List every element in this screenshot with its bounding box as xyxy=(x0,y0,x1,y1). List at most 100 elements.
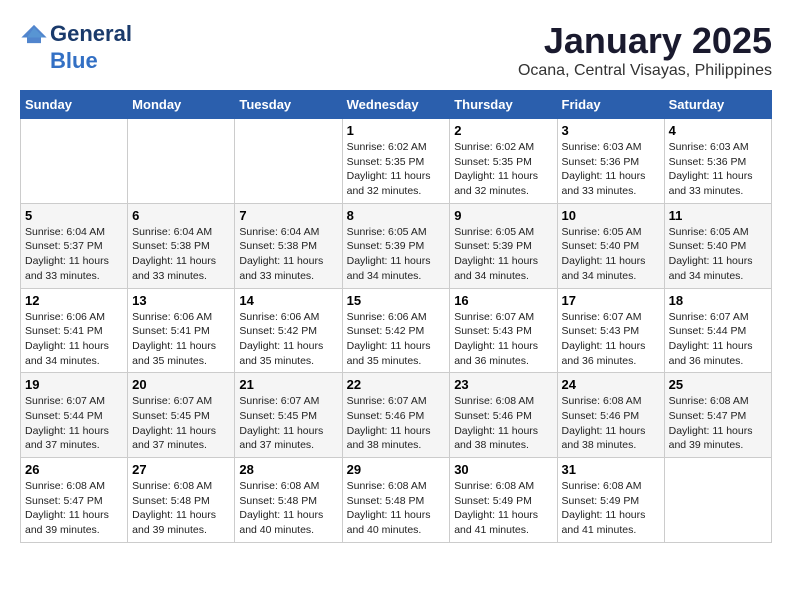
day-info: Sunrise: 6:08 AMSunset: 5:46 PMDaylight:… xyxy=(454,394,552,453)
day-info: Sunrise: 6:04 AMSunset: 5:37 PMDaylight:… xyxy=(25,225,123,284)
weekday-header-saturday: Saturday xyxy=(664,91,771,119)
day-number: 9 xyxy=(454,208,552,223)
calendar-cell: 13 Sunrise: 6:06 AMSunset: 5:41 PMDayligh… xyxy=(128,288,235,373)
day-info: Sunrise: 6:06 AMSunset: 5:41 PMDaylight:… xyxy=(132,310,230,369)
day-info: Sunrise: 6:02 AMSunset: 5:35 PMDaylight:… xyxy=(454,140,552,199)
calendar-cell: 29 Sunrise: 6:08 AMSunset: 5:48 PMDayligh… xyxy=(342,458,450,543)
day-info: Sunrise: 6:08 AMSunset: 5:47 PMDaylight:… xyxy=(669,394,767,453)
calendar-cell: 6Sunrise: 6:04 AMSunset: 5:38 PMDaylight… xyxy=(128,203,235,288)
day-number: 26 xyxy=(25,462,123,477)
day-number: 3 xyxy=(562,123,660,138)
weekday-header-row: SundayMondayTuesdayWednesdayThursdayFrid… xyxy=(21,91,772,119)
calendar-cell: 3 Sunrise: 6:03 AMSunset: 5:36 PMDaylight… xyxy=(557,119,664,204)
day-info: Sunrise: 6:05 AMSunset: 5:39 PMDaylight:… xyxy=(454,225,552,284)
day-number: 2 xyxy=(454,123,552,138)
week-row-2: 5 Sunrise: 6:04 AMSunset: 5:37 PMDaylight… xyxy=(21,203,772,288)
day-number: 13 xyxy=(132,293,230,308)
calendar-cell: 8Sunrise: 6:05 AMSunset: 5:39 PMDaylight… xyxy=(342,203,450,288)
calendar-cell: 17Sunrise: 6:07 AMSunset: 5:43 PMDayligh… xyxy=(557,288,664,373)
day-info: Sunrise: 6:08 AMSunset: 5:48 PMDaylight:… xyxy=(239,479,337,538)
day-info: Sunrise: 6:03 AMSunset: 5:36 PMDaylight:… xyxy=(669,140,767,199)
day-number: 27 xyxy=(132,462,230,477)
day-info: Sunrise: 6:07 AMSunset: 5:45 PMDaylight:… xyxy=(239,394,337,453)
day-info: Sunrise: 6:06 AMSunset: 5:42 PMDaylight:… xyxy=(239,310,337,369)
calendar-cell: 26 Sunrise: 6:08 AMSunset: 5:47 PMDayligh… xyxy=(21,458,128,543)
logo-icon xyxy=(20,20,48,48)
calendar-cell: 22Sunrise: 6:07 AMSunset: 5:46 PMDayligh… xyxy=(342,373,450,458)
day-number: 31 xyxy=(562,462,660,477)
week-row-4: 19Sunrise: 6:07 AMSunset: 5:44 PMDayligh… xyxy=(21,373,772,458)
day-info: Sunrise: 6:08 AMSunset: 5:49 PMDaylight:… xyxy=(562,479,660,538)
calendar-cell: 4 Sunrise: 6:03 AMSunset: 5:36 PMDaylight… xyxy=(664,119,771,204)
calendar-cell: 10 Sunrise: 6:05 AMSunset: 5:40 PMDayligh… xyxy=(557,203,664,288)
calendar-cell xyxy=(128,119,235,204)
day-number: 6 xyxy=(132,208,230,223)
day-info: Sunrise: 6:05 AMSunset: 5:40 PMDaylight:… xyxy=(669,225,767,284)
day-number: 1 xyxy=(347,123,446,138)
day-number: 24 xyxy=(562,377,660,392)
week-row-5: 26 Sunrise: 6:08 AMSunset: 5:47 PMDayligh… xyxy=(21,458,772,543)
day-number: 28 xyxy=(239,462,337,477)
day-info: Sunrise: 6:07 AMSunset: 5:44 PMDaylight:… xyxy=(25,394,123,453)
logo: General Blue xyxy=(20,20,132,74)
day-number: 11 xyxy=(669,208,767,223)
logo-general: General xyxy=(50,21,132,47)
calendar-cell: 9 Sunrise: 6:05 AMSunset: 5:39 PMDaylight… xyxy=(450,203,557,288)
week-row-3: 12Sunrise: 6:06 AMSunset: 5:41 PMDayligh… xyxy=(21,288,772,373)
day-number: 10 xyxy=(562,208,660,223)
logo-blue: Blue xyxy=(50,48,98,74)
calendar-cell: 27 Sunrise: 6:08 AMSunset: 5:48 PMDayligh… xyxy=(128,458,235,543)
calendar-cell: 5 Sunrise: 6:04 AMSunset: 5:37 PMDaylight… xyxy=(21,203,128,288)
day-info: Sunrise: 6:05 AMSunset: 5:40 PMDaylight:… xyxy=(562,225,660,284)
calendar-cell: 20Sunrise: 6:07 AMSunset: 5:45 PMDayligh… xyxy=(128,373,235,458)
calendar-cell: 2 Sunrise: 6:02 AMSunset: 5:35 PMDaylight… xyxy=(450,119,557,204)
day-info: Sunrise: 6:07 AMSunset: 5:43 PMDaylight:… xyxy=(562,310,660,369)
day-number: 21 xyxy=(239,377,337,392)
day-info: Sunrise: 6:05 AMSunset: 5:39 PMDaylight:… xyxy=(347,225,446,284)
calendar-cell: 14 Sunrise: 6:06 AMSunset: 5:42 PMDayligh… xyxy=(235,288,342,373)
calendar-cell: 24 Sunrise: 6:08 AMSunset: 5:46 PMDayligh… xyxy=(557,373,664,458)
weekday-header-thursday: Thursday xyxy=(450,91,557,119)
page-header: General Blue January 2025 Ocana, Central… xyxy=(20,20,772,80)
day-info: Sunrise: 6:06 AMSunset: 5:41 PMDaylight:… xyxy=(25,310,123,369)
day-number: 15 xyxy=(347,293,446,308)
day-number: 7 xyxy=(239,208,337,223)
weekday-header-monday: Monday xyxy=(128,91,235,119)
day-info: Sunrise: 6:06 AMSunset: 5:42 PMDaylight:… xyxy=(347,310,446,369)
day-info: Sunrise: 6:08 AMSunset: 5:48 PMDaylight:… xyxy=(132,479,230,538)
weekday-header-tuesday: Tuesday xyxy=(235,91,342,119)
calendar-cell: 7Sunrise: 6:04 AMSunset: 5:38 PMDaylight… xyxy=(235,203,342,288)
day-number: 14 xyxy=(239,293,337,308)
day-number: 18 xyxy=(669,293,767,308)
day-info: Sunrise: 6:07 AMSunset: 5:43 PMDaylight:… xyxy=(454,310,552,369)
calendar-table: SundayMondayTuesdayWednesdayThursdayFrid… xyxy=(20,90,772,543)
calendar-cell: 28 Sunrise: 6:08 AMSunset: 5:48 PMDayligh… xyxy=(235,458,342,543)
day-number: 29 xyxy=(347,462,446,477)
calendar-cell: 1 Sunrise: 6:02 AMSunset: 5:35 PMDaylight… xyxy=(342,119,450,204)
day-info: Sunrise: 6:08 AMSunset: 5:46 PMDaylight:… xyxy=(562,394,660,453)
calendar-cell: 30 Sunrise: 6:08 AMSunset: 5:49 PMDayligh… xyxy=(450,458,557,543)
day-number: 16 xyxy=(454,293,552,308)
calendar-cell: 21 Sunrise: 6:07 AMSunset: 5:45 PMDayligh… xyxy=(235,373,342,458)
weekday-header-friday: Friday xyxy=(557,91,664,119)
day-info: Sunrise: 6:02 AMSunset: 5:35 PMDaylight:… xyxy=(347,140,446,199)
day-info: Sunrise: 6:08 AMSunset: 5:49 PMDaylight:… xyxy=(454,479,552,538)
calendar-cell: 11 Sunrise: 6:05 AMSunset: 5:40 PMDayligh… xyxy=(664,203,771,288)
weekday-header-wednesday: Wednesday xyxy=(342,91,450,119)
day-number: 22 xyxy=(347,377,446,392)
title-section: January 2025 Ocana, Central Visayas, Phi… xyxy=(518,20,772,80)
location-title: Ocana, Central Visayas, Philippines xyxy=(518,62,772,80)
day-info: Sunrise: 6:07 AMSunset: 5:44 PMDaylight:… xyxy=(669,310,767,369)
day-info: Sunrise: 6:08 AMSunset: 5:47 PMDaylight:… xyxy=(25,479,123,538)
day-number: 25 xyxy=(669,377,767,392)
calendar-cell: 16 Sunrise: 6:07 AMSunset: 5:43 PMDayligh… xyxy=(450,288,557,373)
day-number: 5 xyxy=(25,208,123,223)
day-number: 4 xyxy=(669,123,767,138)
day-info: Sunrise: 6:03 AMSunset: 5:36 PMDaylight:… xyxy=(562,140,660,199)
calendar-cell: 15 Sunrise: 6:06 AMSunset: 5:42 PMDayligh… xyxy=(342,288,450,373)
day-number: 30 xyxy=(454,462,552,477)
day-info: Sunrise: 6:08 AMSunset: 5:48 PMDaylight:… xyxy=(347,479,446,538)
week-row-1: 1 Sunrise: 6:02 AMSunset: 5:35 PMDaylight… xyxy=(21,119,772,204)
calendar-cell: 12Sunrise: 6:06 AMSunset: 5:41 PMDayligh… xyxy=(21,288,128,373)
calendar-cell: 19Sunrise: 6:07 AMSunset: 5:44 PMDayligh… xyxy=(21,373,128,458)
